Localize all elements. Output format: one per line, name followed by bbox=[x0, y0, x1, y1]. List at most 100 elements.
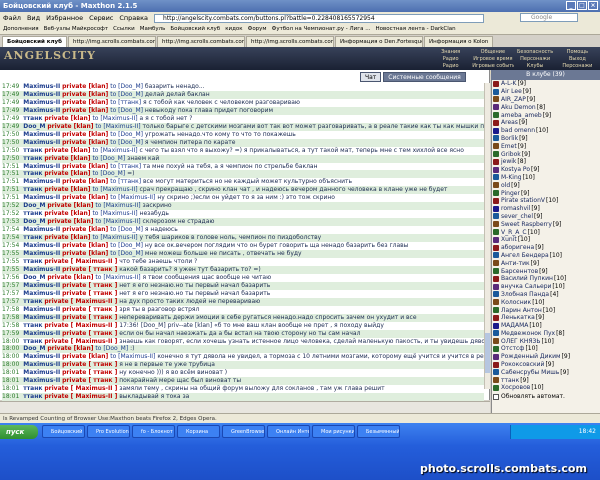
user-list-item[interactable]: ОЛЕГ КНЯЗЬ [10] bbox=[493, 337, 595, 345]
link-item[interactable]: Бойцовский клуб bbox=[170, 26, 220, 32]
user-list-item[interactable]: Колосник [10] bbox=[493, 298, 595, 306]
user-list-item[interactable]: Air Lee [9] bbox=[493, 88, 595, 96]
user-name[interactable]: AIR_ZAP bbox=[501, 96, 526, 103]
message-recipient[interactable]: to [Maximus-II] bbox=[95, 202, 140, 209]
message-nick[interactable]: Maximus-II bbox=[23, 131, 60, 138]
user-list-item[interactable]: аборигена [9] bbox=[493, 244, 595, 252]
top-nav-item[interactable]: Радио bbox=[430, 56, 471, 62]
message-private-tag[interactable]: private [klan] bbox=[44, 234, 90, 241]
user-list-item[interactable]: Рококсовский [9] bbox=[493, 361, 595, 369]
tab-chat[interactable]: Чат bbox=[360, 72, 382, 82]
user-name[interactable]: Pinger bbox=[501, 190, 520, 197]
user-list-item[interactable]: V_R_A_C [10] bbox=[493, 228, 595, 236]
message-private-tag[interactable]: private [klan] bbox=[44, 155, 90, 162]
message-nick[interactable]: ттанк bbox=[23, 258, 42, 265]
link-item[interactable]: Ссылки bbox=[113, 26, 135, 32]
user-name[interactable]: аборигена bbox=[501, 244, 534, 251]
user-list-item[interactable]: Рожденный Диким [9] bbox=[493, 353, 595, 361]
message-nick[interactable]: Doo_M bbox=[23, 218, 45, 225]
link-item[interactable]: кидок bbox=[225, 26, 242, 32]
message-recipient[interactable]: to [Doo_M] bbox=[92, 155, 125, 162]
user-list-item[interactable]: Злобная Панда [4] bbox=[493, 291, 595, 299]
message-recipient[interactable]: to [Maximus-II] bbox=[92, 147, 137, 154]
user-name[interactable]: A-L-K bbox=[501, 80, 516, 87]
user-list-item[interactable]: Areas [9] bbox=[493, 119, 595, 127]
message-nick[interactable]: Maximus-II bbox=[23, 194, 60, 201]
message-recipient[interactable]: to [Doo_M] bbox=[110, 250, 143, 257]
message-recipient[interactable]: to [Maximus-II] bbox=[95, 274, 140, 281]
user-name[interactable]: Ларин Антон bbox=[501, 307, 542, 314]
user-name[interactable]: Kostya Po bbox=[501, 166, 530, 173]
user-list-item[interactable]: Gribok [9] bbox=[493, 150, 595, 158]
message-nick[interactable]: Doo_M bbox=[23, 345, 45, 352]
message-nick[interactable]: Maximus-II bbox=[23, 266, 60, 273]
message-private-tag[interactable]: private [klan] bbox=[44, 170, 90, 177]
message-recipient[interactable]: to [Maximus-II] bbox=[92, 234, 137, 241]
message-private-tag[interactable]: private [klan] bbox=[62, 107, 108, 114]
message-nick[interactable]: Maximus-II bbox=[23, 361, 60, 368]
message-private-tag[interactable]: private [klan] bbox=[44, 115, 90, 122]
user-name[interactable]: ттанк bbox=[501, 377, 519, 384]
user-list-item[interactable]: Василий Пупкин [10] bbox=[493, 275, 595, 283]
user-name[interactable]: Василий Пупкин bbox=[501, 275, 553, 282]
message-nick[interactable]: Maximus-II bbox=[23, 178, 60, 185]
message-nick[interactable]: Maximus-II bbox=[23, 353, 60, 360]
message-recipient[interactable]: to [Maximus-II] bbox=[92, 115, 137, 122]
message-private-tag[interactable]: private [ ттанк ] bbox=[62, 361, 117, 368]
user-list-item[interactable]: Emet [9] bbox=[493, 142, 595, 150]
user-name[interactable]: Pirate stationV bbox=[501, 197, 545, 204]
user-name[interactable]: ameba_ameb bbox=[501, 112, 542, 119]
user-list-item[interactable]: ттанк [9] bbox=[493, 376, 595, 384]
user-name[interactable]: Колосник bbox=[501, 299, 531, 306]
message-nick[interactable]: Maximus-II bbox=[23, 242, 60, 249]
message-nick[interactable]: Maximus-II bbox=[23, 139, 60, 146]
user-name[interactable]: Emet bbox=[501, 143, 517, 150]
user-name[interactable]: Рожденный Диким bbox=[501, 353, 561, 360]
message-nick[interactable]: ттанк bbox=[23, 115, 42, 122]
user-name[interactable]: sever_chel bbox=[501, 213, 533, 220]
message-recipient[interactable]: to [Doo_M] bbox=[92, 170, 125, 177]
user-name[interactable]: ОЛЕГ КНЯЗЬ bbox=[501, 338, 541, 345]
user-list-item[interactable]: Ангел Бендера [10] bbox=[493, 252, 595, 260]
message-nick[interactable]: ттанк bbox=[23, 210, 42, 217]
message-nick[interactable]: Maximus-II bbox=[23, 330, 60, 337]
message-recipient[interactable]: to [Doo_M] bbox=[110, 131, 143, 138]
message-nick[interactable]: Maximus-II bbox=[23, 250, 60, 257]
chat-scrollbar[interactable] bbox=[484, 83, 490, 389]
message-nick[interactable]: Doo_M bbox=[23, 123, 45, 130]
message-private-tag[interactable]: private [ Maximus-II ] bbox=[44, 385, 117, 392]
top-nav-item[interactable]: Персонажи bbox=[515, 56, 556, 62]
message-private-tag[interactable]: private [ ттанк ] bbox=[62, 369, 117, 376]
user-name[interactable]: Areas bbox=[501, 119, 518, 126]
message-private-tag[interactable]: private [ ттанк ] bbox=[62, 330, 117, 337]
user-name[interactable]: МАДАМА bbox=[501, 322, 528, 329]
user-name[interactable]: Рококсовский bbox=[501, 361, 544, 368]
autoupdate-toggle[interactable]: Обновлять автомат. bbox=[493, 393, 595, 400]
message-private-tag[interactable]: private [klan] bbox=[47, 123, 93, 130]
user-name[interactable]: romashvil bbox=[501, 205, 530, 212]
message-recipient[interactable]: to [ттанк] bbox=[110, 178, 141, 185]
user-list-item[interactable]: Kostya Po [9] bbox=[493, 166, 595, 174]
browser-tab[interactable]: http://img.scrolls.combats.com/ bbox=[67, 36, 156, 47]
menu-item-help[interactable]: Справка bbox=[119, 14, 148, 22]
user-name[interactable]: Air Lee bbox=[501, 88, 522, 95]
user-name[interactable]: jewik bbox=[501, 158, 516, 165]
top-nav-item[interactable]: Выход bbox=[557, 56, 598, 62]
taskbar-task[interactable]: Pro Evolution... bbox=[87, 425, 130, 438]
message-recipient[interactable]: to [Maximus-II] bbox=[110, 194, 155, 201]
message-nick[interactable]: Maximus-II bbox=[23, 282, 60, 289]
message-nick[interactable]: Maximus-II bbox=[23, 306, 60, 313]
message-private-tag[interactable]: private [ ттанк ] bbox=[62, 282, 117, 289]
menu-item-favorites[interactable]: Избранное bbox=[46, 14, 83, 22]
message-recipient[interactable]: to [Doo_M] bbox=[110, 83, 143, 90]
user-name[interactable]: Ангел Бендера bbox=[501, 252, 549, 259]
message-private-tag[interactable]: private [klan] bbox=[62, 250, 108, 257]
message-private-tag[interactable]: private [klan] bbox=[62, 194, 108, 201]
message-private-tag[interactable]: private [ ттанк ] bbox=[62, 314, 117, 321]
top-nav-item[interactable]: Радио bbox=[430, 63, 471, 69]
taskbar-task[interactable]: fo - Блокнот bbox=[132, 425, 175, 438]
message-private-tag[interactable]: private [ ттанк ] bbox=[62, 377, 117, 384]
user-name[interactable]: Gribok bbox=[501, 151, 521, 158]
message-nick[interactable]: Maximus-II bbox=[23, 290, 60, 297]
browser-tab[interactable]: Бойцовский клуб bbox=[2, 36, 67, 47]
